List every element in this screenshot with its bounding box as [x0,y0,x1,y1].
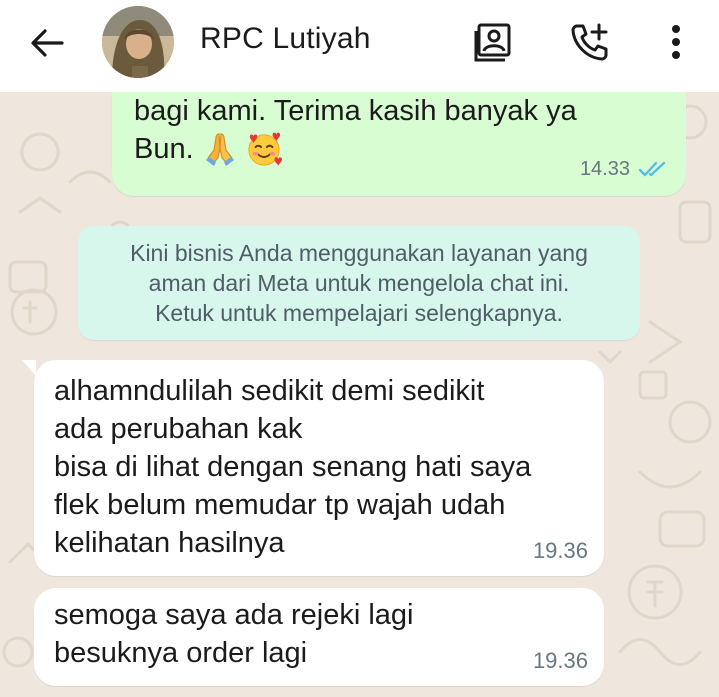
avatar-image [102,6,174,78]
message-text-line: flek belum memudar tp wajah udah [54,489,506,521]
message-text-line: semoga saya ada rejeki lagi [54,599,414,631]
message-text: Bun. [134,133,194,165]
message-text-line: kelihatan hasilnya [54,527,285,559]
outgoing-message[interactable]: bagi kami. Terima kasih banyak ya Bun. 1… [112,92,686,196]
smiling-face-with-hearts-emoji [248,132,282,167]
message-time: 14.33 [579,158,630,180]
notice-line: aman dari Meta untuk mengelola chat ini. [148,270,570,296]
back-button[interactable] [24,20,70,66]
folded-hands-emoji [205,133,234,166]
message-text-line: bagi kami. Terima kasih banyak ya [134,95,577,127]
business-security-notice[interactable]: Kini bisnis Anda menggunakan layanan yan… [78,226,640,340]
more-vert-icon [672,25,680,59]
double-check-read-icon [638,161,666,177]
chat-area[interactable]: bagi kami. Terima kasih banyak ya Bun. 1… [0,92,719,697]
chat-header: RPC Lutiyah [0,0,719,92]
contact-name[interactable]: RPC Lutiyah [200,22,371,56]
message-meta: 14.33 [580,150,668,188]
contact-card-icon [474,23,511,62]
incoming-message[interactable]: semoga saya ada rejeki lagi besuknya ord… [34,588,604,686]
add-call-button[interactable] [566,18,614,66]
add-call-icon [571,23,608,61]
more-options-button[interactable] [652,18,700,66]
message-time: 19.36 [532,538,588,563]
contact-card-button[interactable] [470,18,518,66]
message-time: 19.36 [532,648,588,673]
message-text-line: bisa di lihat dengan senang hati saya [54,451,532,483]
notice-line: Ketuk untuk mempelajari selengkapnya. [155,300,563,326]
message-text-line: alhamndulilah sedikit demi sedikit [54,375,485,407]
arrow-left-icon [31,29,64,57]
message-text-line: ada perubahan kak [54,413,303,445]
notice-line: Kini bisnis Anda menggunakan layanan yan… [130,240,588,266]
message-text-line: besuknya order lagi [54,637,308,669]
avatar[interactable] [102,6,174,78]
incoming-message[interactable]: alhamndulilah sedikit demi sedikit ada p… [22,360,604,576]
